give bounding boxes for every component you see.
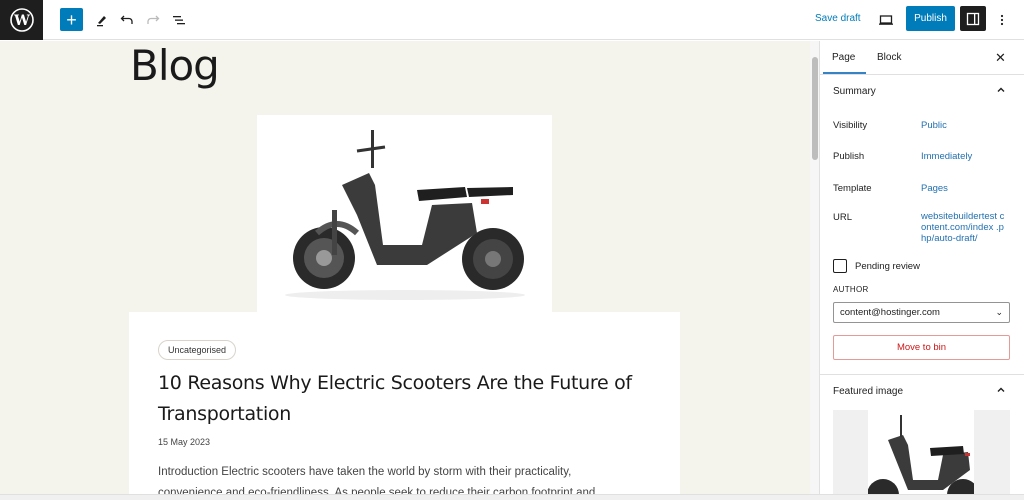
url-label: URL [833, 212, 853, 223]
preview-button[interactable] [874, 8, 898, 32]
chevron-up-icon [997, 87, 1005, 92]
editor-canvas[interactable]: Blog Uncategorised 10 Reasons Why Electr… [0, 41, 810, 500]
featured-post-image[interactable] [257, 115, 552, 312]
save-draft-button[interactable]: Save draft [815, 13, 861, 24]
publish-value[interactable]: Immediately [921, 151, 972, 162]
url-value[interactable]: websitebuildertest content.com/index .ph… [921, 211, 1005, 244]
settings-sidebar: Page Block ✕ Summary Visibility Public P… [820, 41, 1024, 500]
featured-image-title: Featured image [833, 386, 904, 397]
list-view-button[interactable] [167, 8, 191, 32]
settings-sidebar-icon [966, 12, 980, 25]
redo-button[interactable] [141, 8, 165, 32]
pending-review-label[interactable]: Pending review [855, 261, 920, 272]
redo-icon [147, 15, 160, 24]
post-date: 15 May 2023 [158, 437, 211, 447]
chevron-down-icon: ⌄ [995, 307, 1003, 317]
chevron-up-icon [997, 387, 1005, 392]
settings-toggle-button[interactable] [960, 6, 986, 31]
author-select[interactable]: content@hostinger.com ⌄ [833, 302, 1010, 323]
editor-toolbar: W + Save draft Publish [0, 0, 1024, 40]
author-value: content@hostinger.com [840, 307, 940, 318]
template-label: Template [833, 183, 872, 194]
active-tab-indicator [823, 72, 866, 74]
more-options-icon [1000, 14, 1004, 26]
svg-text:W: W [13, 13, 30, 29]
visibility-label: Visibility [833, 120, 868, 131]
category-badge[interactable]: Uncategorised [158, 340, 237, 360]
tab-page[interactable]: Page [832, 52, 855, 63]
canvas-scrollbar[interactable] [810, 41, 820, 500]
move-to-bin-button[interactable]: Move to bin [833, 335, 1010, 360]
publish-label: Publish [833, 151, 865, 162]
summary-panel-header[interactable]: Summary [820, 75, 1024, 109]
publish-button[interactable]: Publish [906, 6, 955, 31]
desktop-preview-icon [879, 15, 893, 25]
scooter-thumbnail [867, 415, 979, 500]
sidebar-tabs: Page Block ✕ [820, 41, 1024, 75]
post-card[interactable]: Uncategorised 10 Reasons Why Electric Sc… [129, 312, 680, 500]
post-title[interactable]: 10 Reasons Why Electric Scooters Are the… [158, 368, 658, 430]
pencil-icon [97, 16, 106, 27]
undo-button[interactable] [115, 8, 139, 32]
featured-image-frame [867, 410, 979, 500]
wordpress-logo-icon: W [9, 8, 34, 32]
summary-title: Summary [833, 86, 876, 97]
add-block-button[interactable]: + [60, 8, 83, 31]
plus-icon: + [66, 9, 77, 30]
scrollbar-thumb[interactable] [812, 57, 818, 160]
editor-footer [0, 494, 1024, 500]
pending-review-checkbox[interactable] [833, 259, 847, 273]
scooter-image [285, 130, 525, 300]
tools-button[interactable] [90, 8, 114, 32]
page-title[interactable]: Blog [130, 41, 220, 90]
tab-block[interactable]: Block [877, 52, 901, 63]
visibility-value[interactable]: Public [921, 120, 947, 131]
list-view-icon [173, 16, 185, 25]
template-value[interactable]: Pages [921, 183, 948, 194]
featured-image-panel-header[interactable]: Featured image [820, 375, 1024, 409]
featured-image-preview[interactable] [833, 410, 1010, 500]
author-label: AUTHOR [833, 285, 869, 294]
undo-icon [120, 15, 133, 24]
more-options-button[interactable] [990, 8, 1014, 32]
wordpress-logo-button[interactable]: W [0, 0, 43, 40]
close-sidebar-icon[interactable]: ✕ [995, 50, 1006, 66]
